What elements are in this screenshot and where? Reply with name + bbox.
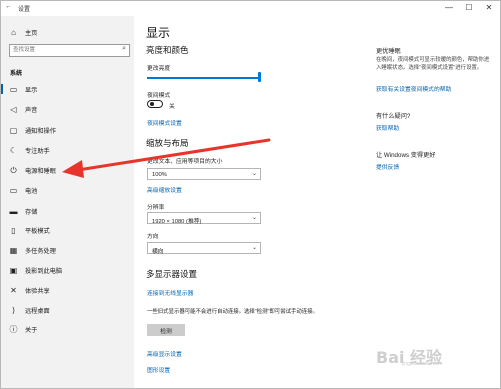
watermark-subtitle: jingyan.baidu.com [402,361,443,367]
annotation-arrow-shaft [76,138,271,172]
annotation-arrow [62,138,271,178]
annotation-arrow-head [62,160,84,178]
